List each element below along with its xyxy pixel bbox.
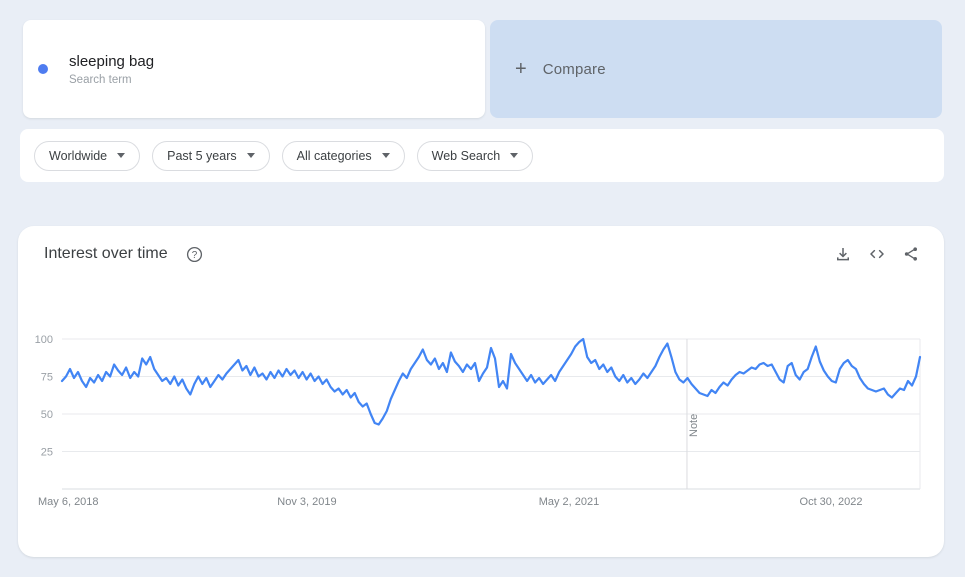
caret-down-icon [510, 153, 518, 158]
filter-search-type-label: Web Search [432, 149, 501, 163]
y-axis-tick-label: 100 [35, 334, 53, 346]
interest-over-time-card: Interest over time ? [18, 226, 944, 557]
filter-category-dropdown[interactable]: All categories [282, 141, 405, 171]
search-term-text: sleeping bag [69, 53, 154, 70]
y-axis-tick-label: 25 [41, 447, 53, 459]
y-axis-tick-label: 50 [41, 409, 53, 421]
caret-down-icon [382, 153, 390, 158]
term-text-block: sleeping bag Search term [69, 53, 154, 86]
plus-icon: + [515, 59, 527, 79]
filter-search-type-dropdown[interactable]: Web Search [417, 141, 534, 171]
interest-over-time-chart: 25 50 75 100 May 6, 2018 Nov 3, 2019 May 2, 20… [18, 226, 944, 557]
note-marker-label: Note [688, 414, 700, 437]
search-term-card[interactable]: sleeping bag Search term [23, 20, 485, 118]
trend-line [62, 339, 920, 425]
filter-bar: Worldwide Past 5 years All categories We… [20, 129, 944, 182]
filter-time-label: Past 5 years [167, 149, 236, 163]
term-color-dot [38, 64, 48, 74]
filter-category-label: All categories [297, 149, 372, 163]
filter-geo-label: Worldwide [49, 149, 107, 163]
x-axis-tick-label: May 6, 2018 [38, 496, 99, 508]
search-term-type-label: Search term [69, 74, 154, 86]
google-trends-explore-page: sleeping bag Search term + Compare World… [0, 0, 965, 577]
caret-down-icon [117, 153, 125, 158]
filter-time-dropdown[interactable]: Past 5 years [152, 141, 269, 171]
caret-down-icon [247, 153, 255, 158]
filter-geo-dropdown[interactable]: Worldwide [34, 141, 140, 171]
compare-label: Compare [543, 61, 606, 78]
y-axis-tick-label: 75 [41, 372, 53, 384]
x-axis-tick-label: Oct 30, 2022 [800, 496, 863, 508]
x-axis-tick-label: Nov 3, 2019 [277, 496, 336, 508]
x-axis-tick-label: May 2, 2021 [539, 496, 600, 508]
compare-add-button[interactable]: + Compare [490, 20, 942, 118]
